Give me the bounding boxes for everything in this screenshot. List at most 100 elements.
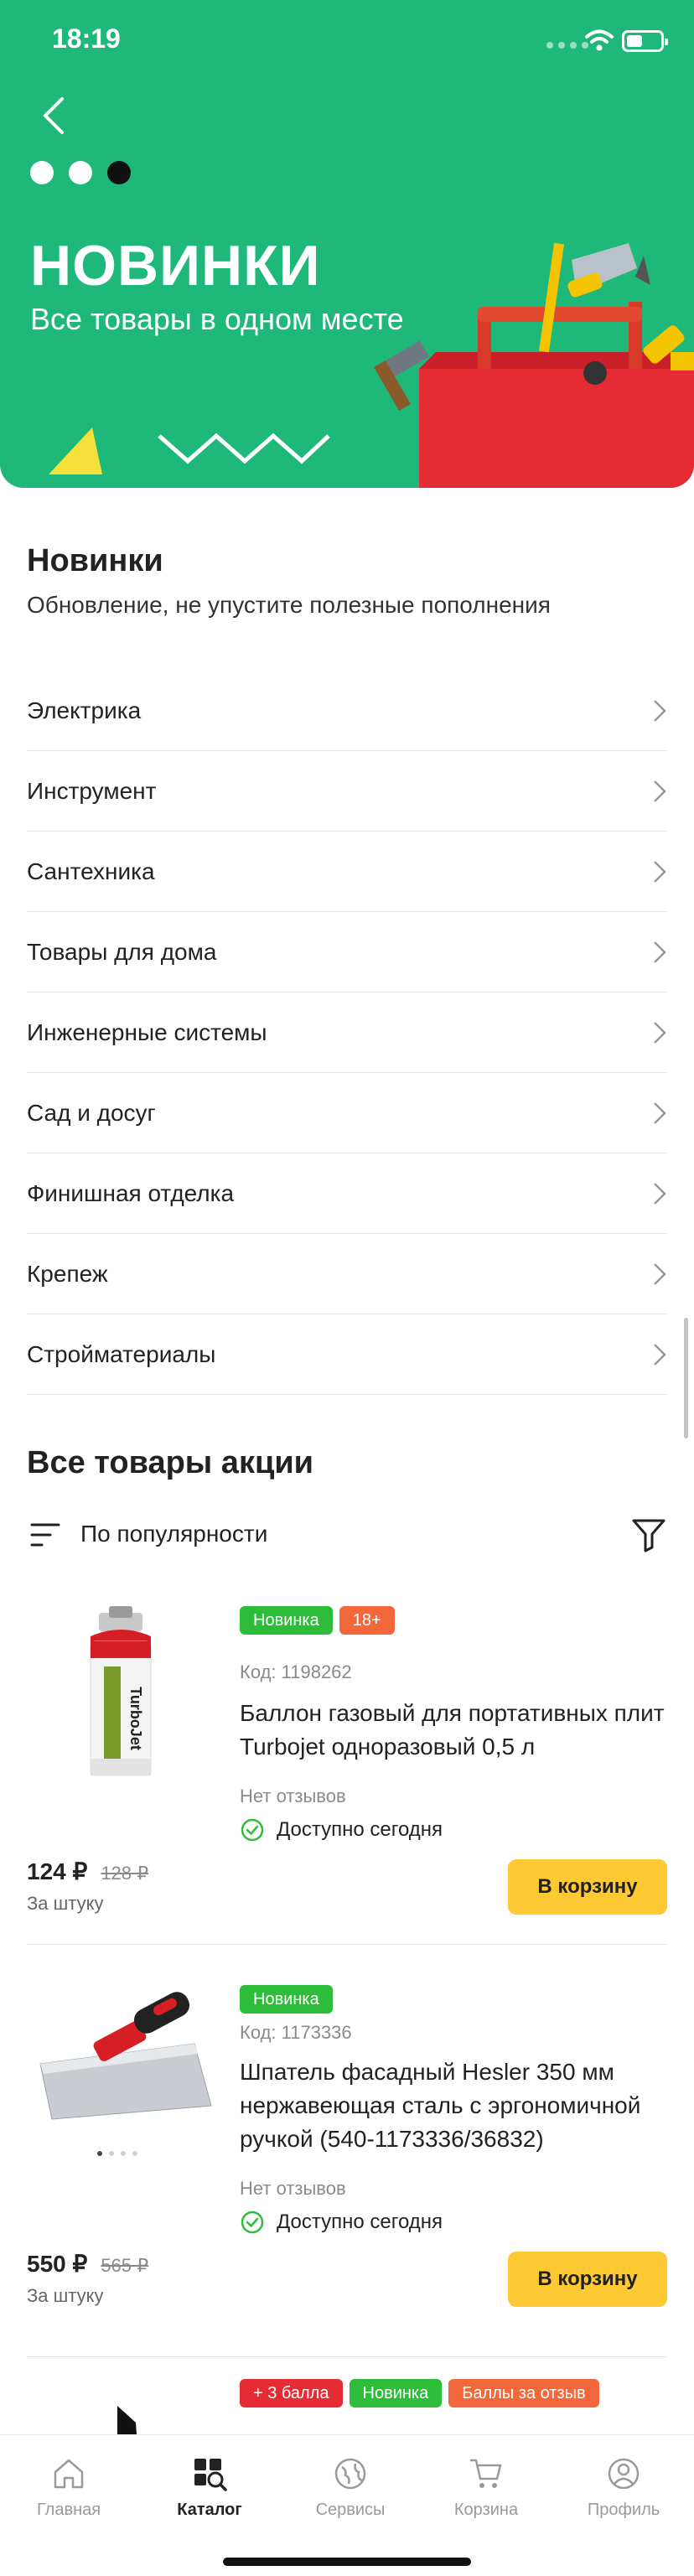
zigzag-decoration <box>158 433 330 464</box>
scrollbar[interactable] <box>684 1318 688 1438</box>
badge-new: Новинка <box>349 2379 443 2408</box>
tab-label: Главная <box>36 2501 101 2519</box>
category-label: Инструмент <box>27 777 157 804</box>
hero-subtitle: Все товары в одном месте <box>30 302 404 336</box>
chevron-right-icon <box>654 699 666 722</box>
hero-banner: 18:19 НОВИНКИ Все товары в одном месте <box>0 0 694 488</box>
category-label: Финишная отделка <box>27 1179 235 1206</box>
tab-home[interactable]: Главная <box>2 2455 136 2520</box>
category-label: Товары для дома <box>27 938 217 965</box>
check-circle-icon <box>241 2211 264 2234</box>
products-section-title: Все товары акции <box>27 1445 314 1480</box>
image-pagination[interactable] <box>97 2151 137 2156</box>
back-arrow-icon[interactable] <box>39 94 69 137</box>
status-bar: 18:19 <box>0 0 694 80</box>
badge-new: Новинка <box>240 1606 333 1635</box>
services-icon <box>334 2458 366 2490</box>
product-badges: + 3 балла Новинка Баллы за отзыв <box>240 2379 599 2408</box>
product-badges: Новинка <box>240 1985 333 2014</box>
chevron-right-icon <box>654 1182 666 1205</box>
chevron-right-icon <box>654 1021 666 1044</box>
wifi-icon <box>585 29 614 51</box>
chevron-right-icon <box>654 780 666 802</box>
badge-age: 18+ <box>339 1606 395 1635</box>
category-item-plumbing[interactable]: Сантехника <box>27 832 667 912</box>
category-label: Инженерные системы <box>27 1018 267 1045</box>
sort-label[interactable]: По популярности <box>80 1521 267 1547</box>
intro-title: Новинки <box>27 543 163 578</box>
catalog-icon <box>194 2459 227 2491</box>
product-name-line: нержавеющая сталь с эргономичной <box>240 2092 641 2118</box>
product-name-line: ручкой (540-1173336/36832) <box>240 2126 544 2152</box>
category-item-engineering[interactable]: Инженерные системы <box>27 993 667 1073</box>
product-name-line: Баллон газовый для портативных плит <box>240 1700 665 1726</box>
product-image-brand: TurboJet <box>127 1687 144 1750</box>
product-image[interactable]: TurboJet <box>27 1593 220 1811</box>
carousel-dot[interactable] <box>30 161 54 184</box>
category-item-tools[interactable]: Инструмент <box>27 751 667 832</box>
sort-icon[interactable] <box>30 1521 60 1549</box>
price-current: 550 ₽ <box>27 2251 88 2277</box>
bottom-tab-bar: Главная Каталог Сервисы Корзина Профиль <box>0 2434 694 2576</box>
product-code: Код: 1173336 <box>240 2022 352 2043</box>
category-item-electrics[interactable]: Электрика <box>27 671 667 751</box>
badge-new: Новинка <box>240 1985 333 2014</box>
product-name[interactable]: Баллон газовый для портативных плит Turb… <box>240 1697 667 1764</box>
carousel-dots[interactable] <box>30 161 131 184</box>
tab-profile[interactable]: Профиль <box>557 2455 691 2520</box>
category-item-finishing[interactable]: Финишная отделка <box>27 1153 667 1234</box>
tab-label: Каталог <box>177 2501 242 2519</box>
product-card[interactable]: Новинка Код: 1173336 Шпатель фасадный He… <box>27 1972 667 2357</box>
chevron-right-icon <box>654 1262 666 1285</box>
carousel-dot[interactable] <box>69 161 92 184</box>
tab-cart[interactable]: Корзина <box>419 2455 553 2520</box>
category-label: Сад и досуг <box>27 1099 156 1126</box>
product-reviews[interactable]: Нет отзывов <box>240 1786 346 1807</box>
add-to-cart-button[interactable]: В корзину <box>508 2252 667 2307</box>
product-image[interactable] <box>27 1972 220 2190</box>
tab-services[interactable]: Сервисы <box>283 2455 417 2520</box>
carousel-dot-active[interactable] <box>107 161 131 184</box>
tab-catalog[interactable]: Каталог <box>142 2455 277 2520</box>
price-unit: За штуку <box>27 1893 104 1914</box>
product-price: 124 ₽ 128 ₽ <box>27 1858 148 1885</box>
price-unit: За штуку <box>27 2285 104 2306</box>
intro-description: Обновление, не упустите полезные пополне… <box>27 592 551 618</box>
cart-icon <box>469 2459 502 2488</box>
home-icon <box>54 2459 84 2489</box>
product-availability: Доступно сегодня <box>240 2210 443 2235</box>
category-label: Электрика <box>27 697 142 723</box>
category-list: Электрика Инструмент Сантехника Товары д… <box>27 671 667 1395</box>
category-label: Сантехника <box>27 858 155 884</box>
filter-icon[interactable] <box>630 1516 667 1554</box>
category-item-fasteners[interactable]: Крепеж <box>27 1234 667 1314</box>
price-current: 124 ₽ <box>27 1858 88 1884</box>
chevron-right-icon <box>654 860 666 883</box>
product-name-line: Turbojet одноразовый 0,5 л <box>240 1734 536 1760</box>
product-reviews[interactable]: Нет отзывов <box>240 2178 346 2200</box>
toolbox-illustration <box>374 242 694 488</box>
status-time: 18:19 <box>52 23 121 54</box>
price-old: 128 ₽ <box>101 1863 149 1884</box>
chevron-right-icon <box>654 1101 666 1124</box>
category-label: Крепеж <box>27 1260 108 1287</box>
home-indicator[interactable] <box>223 2558 471 2566</box>
category-item-home-goods[interactable]: Товары для дома <box>27 912 667 993</box>
availability-text: Доступно сегодня <box>277 2211 443 2233</box>
add-to-cart-button[interactable]: В корзину <box>508 1859 667 1915</box>
product-code: Код: 1198262 <box>240 1661 352 1682</box>
category-label: Стройматериалы <box>27 1340 216 1367</box>
product-price: 550 ₽ 565 ₽ <box>27 2250 148 2278</box>
availability-text: Доступно сегодня <box>277 1818 443 1841</box>
profile-icon <box>608 2458 640 2490</box>
product-card[interactable]: TurboJet Новинка 18+ Код: 1198262 Баллон… <box>27 1593 667 1945</box>
category-item-building-materials[interactable]: Стройматериалы <box>27 1314 667 1395</box>
check-circle-icon <box>241 1818 264 1842</box>
tab-label: Корзина <box>453 2501 519 2519</box>
hero-title: НОВИНКИ <box>30 234 321 298</box>
category-item-garden[interactable]: Сад и досуг <box>27 1073 667 1153</box>
chevron-right-icon <box>654 941 666 963</box>
product-name[interactable]: Шпатель фасадный Hesler 350 мм нержавеющ… <box>240 2055 667 2156</box>
badge-review-points: Баллы за отзыв <box>448 2379 599 2408</box>
badge-points: + 3 балла <box>240 2379 343 2408</box>
